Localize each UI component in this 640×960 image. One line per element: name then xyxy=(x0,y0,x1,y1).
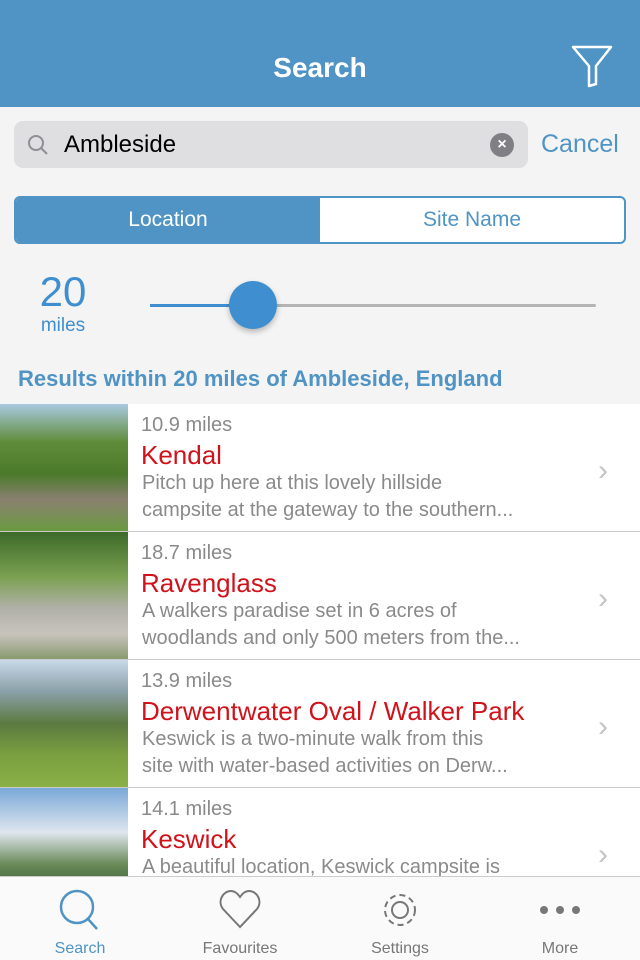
chevron-right-icon: › xyxy=(598,454,608,487)
site-distance: 14.1 miles xyxy=(141,798,233,820)
cancel-button[interactable]: Cancel xyxy=(541,130,619,159)
nav-bar: Search xyxy=(0,0,640,107)
distance-slider[interactable] xyxy=(150,304,596,307)
results-list[interactable]: 10.9 miles Kendal Pitch up here at this … xyxy=(0,404,640,876)
site-description: Pitch up here at this lovely hillside cam… xyxy=(142,472,514,521)
tab-settings[interactable]: Settings xyxy=(320,877,480,960)
results-heading: Results within 20 miles of Ambleside, En… xyxy=(18,366,503,391)
list-item[interactable]: 18.7 miles Ravenglass A walkers paradise… xyxy=(0,532,640,660)
search-icon xyxy=(59,889,98,930)
gear-icon xyxy=(384,894,416,926)
tab-more[interactable]: More xyxy=(480,877,640,960)
list-item[interactable]: 13.9 miles Derwentwater Oval / Walker Pa… xyxy=(0,660,640,788)
site-name: Ravenglass xyxy=(141,568,277,598)
tab-search[interactable]: Search xyxy=(0,877,160,960)
site-photo xyxy=(0,532,128,659)
search-mode-segmented-control: Location Site Name xyxy=(14,196,626,244)
more-icon xyxy=(540,906,580,914)
site-distance: 10.9 miles xyxy=(141,414,233,436)
site-photo xyxy=(0,788,128,876)
chevron-right-icon: › xyxy=(598,582,608,615)
search-input[interactable]: Ambleside × xyxy=(14,121,528,168)
list-item[interactable]: 10.9 miles Kendal Pitch up here at this … xyxy=(0,404,640,532)
tab-label: Favourites xyxy=(202,940,278,957)
heart-icon xyxy=(219,889,261,929)
site-name: Keswick xyxy=(141,824,237,854)
list-item[interactable]: 14.1 miles Keswick A beautiful location,… xyxy=(0,788,640,876)
clear-icon[interactable]: × xyxy=(490,133,514,157)
chevron-right-icon: › xyxy=(598,838,608,871)
chevron-right-icon: › xyxy=(598,710,608,743)
site-description: A beautiful location, Keswick campsite i… xyxy=(142,856,500,876)
tab-label: More xyxy=(541,940,579,957)
search-icon xyxy=(28,135,48,155)
slider-thumb[interactable] xyxy=(228,281,277,329)
search-value: Ambleside xyxy=(64,131,177,158)
tab-favourites[interactable]: Favourites xyxy=(160,877,320,960)
tab-label: Search xyxy=(54,940,106,957)
site-name: Kendal xyxy=(141,440,222,470)
distance-unit: miles xyxy=(40,315,86,336)
segment-location[interactable]: Location xyxy=(16,198,320,242)
site-distance: 18.7 miles xyxy=(141,542,233,564)
site-description: Keswick is a two-minute walk from this si… xyxy=(142,728,508,777)
filter-icon[interactable] xyxy=(570,44,614,88)
site-distance: 13.9 miles xyxy=(141,670,233,692)
segment-site-name[interactable]: Site Name xyxy=(320,198,624,242)
site-description: A walkers paradise set in 6 acres of wood… xyxy=(142,600,520,649)
site-name: Derwentwater Oval / Walker Park xyxy=(141,696,525,726)
site-photo xyxy=(0,404,128,531)
page-title: Search xyxy=(273,52,367,83)
distance-value: 20 xyxy=(39,268,87,315)
tab-bar: Search Favourites Settings More xyxy=(0,876,640,960)
tab-label: Settings xyxy=(371,940,429,957)
site-photo xyxy=(0,660,128,787)
